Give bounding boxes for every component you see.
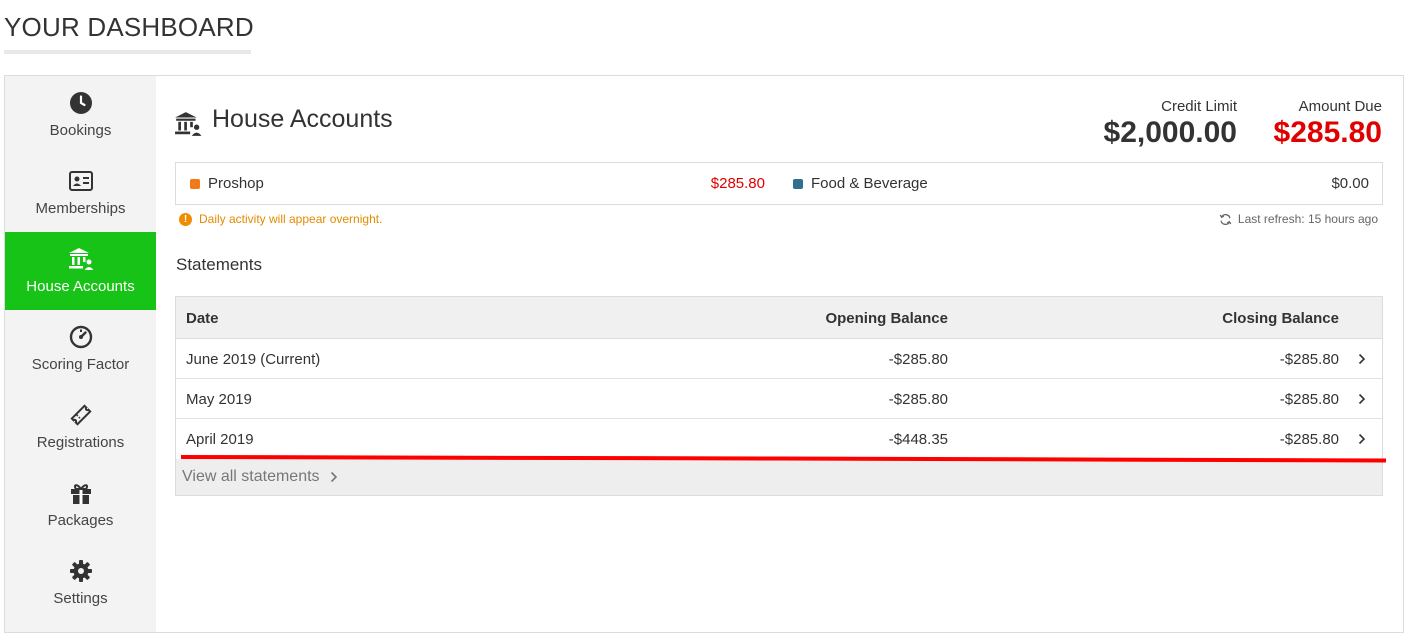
id-card-icon bbox=[68, 168, 94, 194]
column-closing-balance: Closing Balance bbox=[1222, 309, 1339, 327]
chevron-right-icon bbox=[1358, 379, 1366, 419]
chevron-right-icon bbox=[1358, 339, 1366, 379]
section-title: House Accounts bbox=[212, 105, 393, 133]
sidebar-item-label: Bookings bbox=[49, 122, 112, 139]
sidebar-item-house-accounts[interactable]: House Accounts bbox=[5, 232, 156, 310]
credit-limit-label: Credit Limit bbox=[1161, 98, 1237, 115]
table-row[interactable]: June 2019 (Current) -$285.80 -$285.80 bbox=[176, 339, 1382, 379]
sidebar-item-scoring-factor[interactable]: Scoring Factor bbox=[5, 310, 156, 388]
account-food-beverage: Food & Beverage bbox=[793, 163, 928, 204]
notice-text: Daily activity will appear overnight. bbox=[199, 212, 383, 226]
column-opening-balance: Opening Balance bbox=[825, 309, 948, 327]
sidebar-item-settings[interactable]: Settings bbox=[5, 544, 156, 622]
account-name: Proshop bbox=[208, 175, 264, 192]
ticket-icon bbox=[68, 402, 94, 428]
food-beverage-dot bbox=[793, 178, 803, 189]
amount-due-value: $285.80 bbox=[1273, 116, 1382, 149]
sidebar-item-registrations[interactable]: Registrations bbox=[5, 388, 156, 466]
chevron-right-icon bbox=[1358, 419, 1366, 459]
title-underline bbox=[4, 50, 251, 54]
column-date: Date bbox=[186, 309, 219, 327]
gauge-icon bbox=[68, 324, 94, 350]
sidebar-item-label: Registrations bbox=[36, 434, 125, 451]
view-all-label: View all statements bbox=[182, 468, 320, 485]
main-content: House Accounts Credit Limit $2,000.00 Am… bbox=[156, 76, 1403, 632]
info-icon: ! bbox=[179, 212, 192, 226]
sidebar: Bookings Memberships House Accounts Scor… bbox=[5, 76, 156, 632]
row-opening-balance: -$448.35 bbox=[888, 430, 948, 448]
row-closing-balance: -$285.80 bbox=[1279, 350, 1339, 368]
account-amount: $0.00 bbox=[1331, 175, 1369, 192]
sidebar-item-label: Settings bbox=[53, 590, 108, 607]
sidebar-item-bookings[interactable]: Bookings bbox=[5, 76, 156, 154]
clock-icon bbox=[68, 90, 94, 116]
account-name: Food & Beverage bbox=[811, 175, 928, 192]
row-opening-balance: -$285.80 bbox=[888, 390, 948, 408]
sidebar-item-label: Scoring Factor bbox=[31, 356, 130, 373]
page-title: YOUR DASHBOARD bbox=[4, 12, 254, 42]
statements-table: Date Opening Balance Closing Balance Jun… bbox=[175, 296, 1383, 496]
sidebar-item-label: Packages bbox=[47, 512, 114, 529]
row-closing-balance: -$285.80 bbox=[1279, 430, 1339, 448]
bank-user-icon bbox=[174, 111, 202, 137]
table-header: Date Opening Balance Closing Balance bbox=[176, 297, 1382, 339]
notice: ! Daily activity will appear overnight. bbox=[179, 212, 382, 226]
bank-user-icon bbox=[68, 246, 94, 272]
red-annotation-underline bbox=[181, 455, 1386, 463]
row-date: April 2019 bbox=[186, 430, 254, 448]
gift-icon bbox=[68, 480, 94, 506]
chevron-right-icon bbox=[330, 471, 337, 483]
table-row[interactable]: April 2019 -$448.35 -$285.80 bbox=[176, 419, 1382, 459]
statements-title: Statements bbox=[176, 255, 262, 274]
view-all-statements-link[interactable]: View all statements bbox=[176, 459, 1382, 495]
row-date: June 2019 (Current) bbox=[186, 350, 321, 368]
row-opening-balance: -$285.80 bbox=[888, 350, 948, 368]
last-refresh[interactable]: Last refresh: 15 hours ago bbox=[1219, 212, 1378, 226]
credit-limit-value: $2,000.00 bbox=[1103, 116, 1237, 149]
table-row[interactable]: May 2019 -$285.80 -$285.80 bbox=[176, 379, 1382, 419]
accounts-summary: Proshop $285.80 Food & Beverage $0.00 bbox=[175, 162, 1383, 205]
sidebar-item-memberships[interactable]: Memberships bbox=[5, 154, 156, 232]
dashboard-panel: Bookings Memberships House Accounts Scor… bbox=[4, 75, 1404, 633]
sidebar-item-label: House Accounts bbox=[26, 278, 135, 295]
row-closing-balance: -$285.80 bbox=[1279, 390, 1339, 408]
row-date: May 2019 bbox=[186, 390, 252, 408]
account-amount: $285.80 bbox=[710, 175, 765, 192]
account-proshop: Proshop bbox=[190, 163, 264, 204]
amount-due-label: Amount Due bbox=[1298, 98, 1382, 115]
gear-icon bbox=[68, 558, 94, 584]
sidebar-item-packages[interactable]: Packages bbox=[5, 466, 156, 544]
refresh-icon bbox=[1219, 213, 1232, 225]
sidebar-item-label: Memberships bbox=[35, 200, 126, 217]
refresh-text: Last refresh: 15 hours ago bbox=[1237, 212, 1378, 226]
proshop-dot bbox=[190, 178, 200, 189]
